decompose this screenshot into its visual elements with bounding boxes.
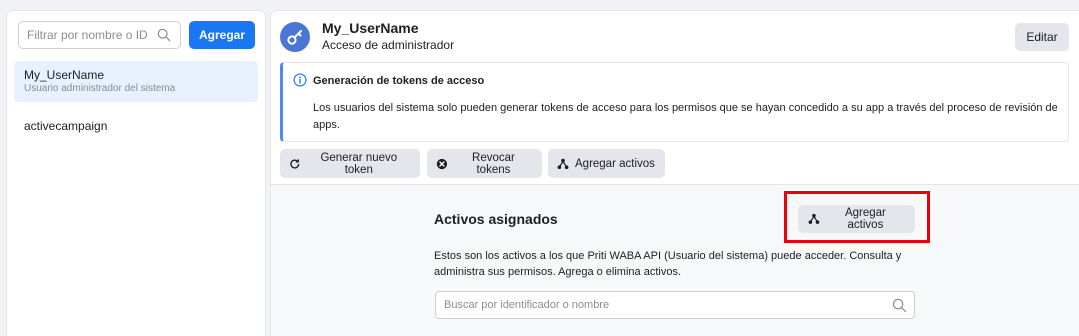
- generate-token-button[interactable]: Generar nuevo token: [280, 149, 420, 178]
- search-icon: [157, 28, 171, 42]
- refresh-icon: [290, 158, 300, 169]
- assets-search-input[interactable]: [435, 291, 915, 319]
- user-list-item-activecampaign[interactable]: activecampaign: [14, 111, 258, 141]
- revoke-tokens-label: Revocar tokens: [472, 151, 515, 176]
- key-icon: [280, 22, 310, 52]
- token-notice: Generación de tokens de acceso Los usuar…: [280, 62, 1069, 142]
- add-assets-button[interactable]: Agregar activos: [548, 149, 665, 178]
- user-name: activecampaign: [24, 119, 108, 133]
- notice-title: Generación de tokens de acceso: [313, 75, 485, 87]
- user-name: My_UserName: [24, 68, 105, 82]
- assets-icon: [557, 158, 569, 169]
- generate-token-label: Generar nuevo token: [320, 151, 398, 176]
- assets-description: Estos son los activos a los que Priti WA…: [434, 250, 902, 278]
- user-role: Usuario administrador del sistema: [24, 83, 176, 94]
- assets-title: Activos asignados: [434, 211, 558, 227]
- add-user-button[interactable]: Agregar: [189, 21, 255, 49]
- edit-button[interactable]: Editar: [1015, 23, 1069, 51]
- page-title: My_UserName: [322, 20, 419, 36]
- revoke-tokens-button[interactable]: Revocar tokens: [427, 149, 542, 178]
- close-circle-icon: [436, 158, 448, 169]
- notice-body: Los usuarios del sistema solo pueden gen…: [313, 102, 1058, 131]
- add-assets-label: Agregar activos: [575, 157, 655, 170]
- info-icon: [293, 73, 307, 87]
- user-detail-panel: My_UserName Acceso de administrador Edit…: [271, 11, 1079, 336]
- page-subtitle: Acceso de administrador: [322, 38, 455, 52]
- search-icon: [892, 298, 907, 313]
- users-sidebar: Agregar My_UserName Usuario administrado…: [7, 11, 265, 336]
- user-list-item-my-username[interactable]: My_UserName Usuario administrador del si…: [14, 61, 258, 102]
- highlight-box: [784, 191, 930, 243]
